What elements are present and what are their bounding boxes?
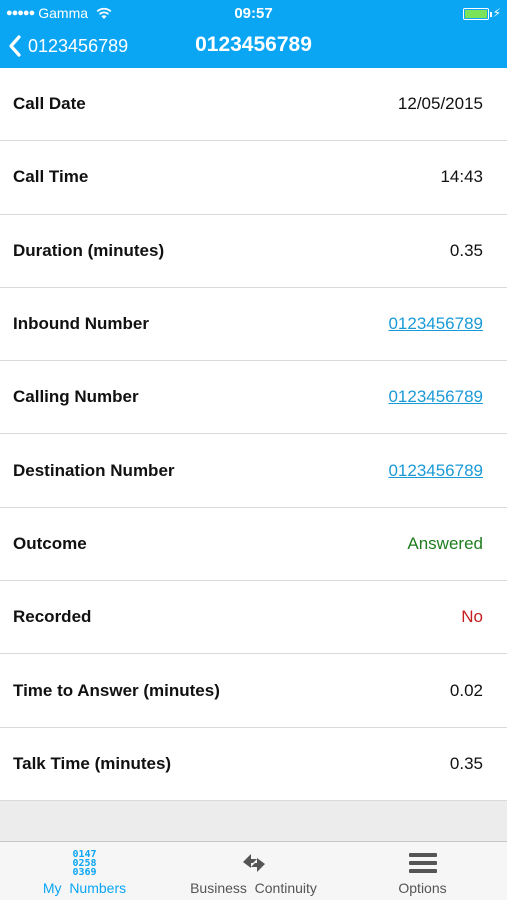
row-label: Talk Time (minutes) <box>13 753 172 773</box>
outcome-status: Answered <box>407 533 483 553</box>
inbound-number-link[interactable]: 0123456789 <box>388 314 483 334</box>
arrows-swap-icon <box>239 848 269 878</box>
row-value: 0.02 <box>449 680 483 700</box>
top-bar: ●●●●● Gamma 09:57 ⚡ 0123456789 012345678… <box>0 0 507 68</box>
row-label: Destination Number <box>13 460 175 480</box>
detail-row-destination-number: Destination Number 0123456789 <box>0 434 507 508</box>
row-value: 12/05/2015 <box>397 94 483 114</box>
tab-my-numbers[interactable]: 0147 0258 0369 My Numbers <box>0 842 169 900</box>
detail-row-call-date: Call Date 12/05/2015 <box>0 68 507 142</box>
status-time: 09:57 <box>234 5 273 22</box>
battery-icon <box>463 8 492 20</box>
detail-row-time-to-answer: Time to Answer (minutes) 0.02 <box>0 654 507 728</box>
row-value: 0.35 <box>449 753 483 773</box>
tab-label: Options <box>398 880 447 896</box>
calling-number-link[interactable]: 0123456789 <box>388 387 483 407</box>
detail-row-inbound-number: Inbound Number 0123456789 <box>0 288 507 362</box>
detail-row-duration: Duration (minutes) 0.35 <box>0 215 507 288</box>
status-bar: ●●●●● Gamma 09:57 ⚡ <box>0 0 507 26</box>
row-label: Duration (minutes) <box>13 240 165 260</box>
row-label: Recorded <box>13 607 92 627</box>
tab-label: Business Continuity <box>190 880 317 896</box>
row-label: Call Date <box>13 94 86 114</box>
row-label: Time to Answer (minutes) <box>13 680 220 700</box>
call-detail-list: Call Date 12/05/2015 Call Time 14:43 Dur… <box>0 68 507 801</box>
row-label: Inbound Number <box>13 314 149 334</box>
row-value: 0.35 <box>449 240 483 260</box>
row-label: Outcome <box>13 533 87 553</box>
hamburger-menu-icon <box>408 848 438 878</box>
detail-row-call-time: Call Time 14:43 <box>0 141 507 215</box>
page-title: 0123456789 <box>195 33 312 56</box>
tab-business-continuity[interactable]: Business Continuity <box>169 842 338 900</box>
tab-label: My Numbers <box>42 880 127 896</box>
detail-row-outcome: Outcome Answered <box>0 508 507 582</box>
charging-bolt-icon: ⚡ <box>492 6 501 20</box>
numbers-icon-line: 0369 <box>72 866 97 878</box>
tab-bar: 0147 0258 0369 My Numbers Business Conti… <box>0 841 507 900</box>
navigation-bar: 0123456789 0123456789 <box>0 28 507 64</box>
destination-number-link[interactable]: 0123456789 <box>388 461 483 481</box>
detail-row-calling-number: Calling Number 0123456789 <box>0 361 507 435</box>
row-value: 14:43 <box>440 167 483 187</box>
detail-row-talk-time: Talk Time (minutes) 0.35 <box>0 728 507 801</box>
recorded-status: No <box>461 607 483 627</box>
detail-row-recorded: Recorded No <box>0 581 507 655</box>
numbers-grid-icon: 0147 0258 0369 <box>72 848 96 878</box>
row-label: Call Time <box>13 167 89 187</box>
tab-options[interactable]: Options <box>338 842 507 900</box>
row-label: Calling Number <box>13 387 139 407</box>
